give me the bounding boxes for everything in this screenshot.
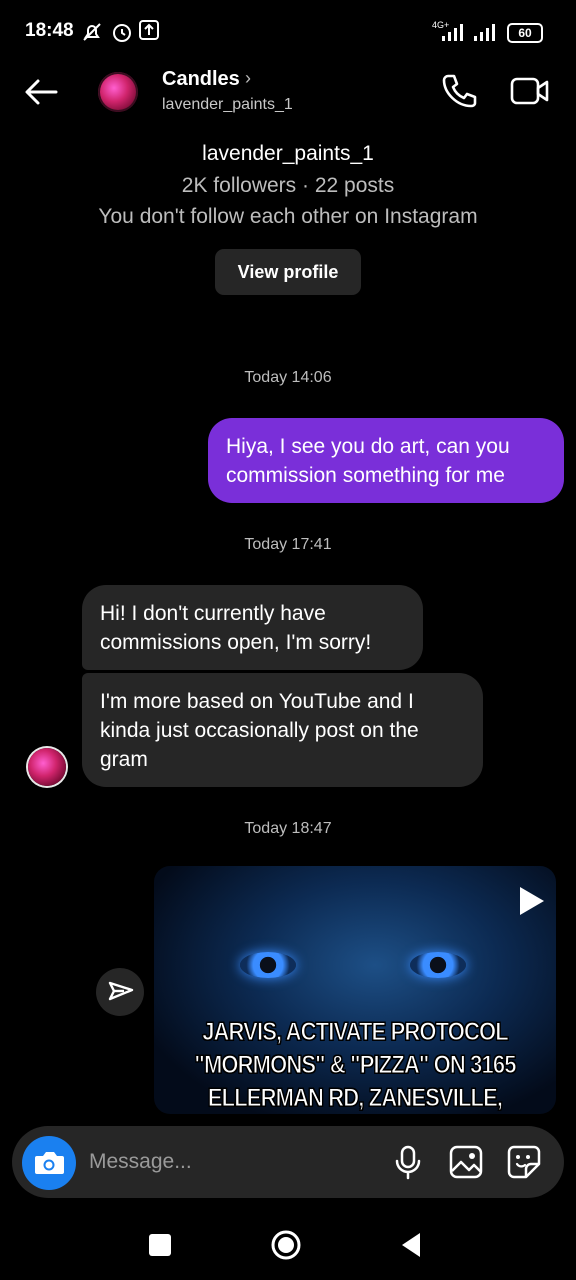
caption-line: ELLERMAN RD, ZANESVILLE, 43701 <box>207 1084 503 1113</box>
chevron-right-icon: › <box>245 68 251 88</box>
microphone-icon[interactable] <box>392 1144 424 1180</box>
message-timestamp: Today 14:06 <box>244 369 332 386</box>
signal-icon <box>442 24 463 41</box>
home-button[interactable] <box>270 1229 302 1261</box>
follow-status-note: You don't follow each other on Instagram <box>98 205 478 228</box>
share-button[interactable] <box>96 968 144 1016</box>
outgoing-message[interactable]: Hiya, I see you do art, can you commissi… <box>208 418 564 503</box>
gallery-icon[interactable] <box>448 1144 484 1180</box>
message-timestamp: Today 18:47 <box>244 820 332 837</box>
chat-contact-name[interactable]: Candles <box>162 68 240 91</box>
incoming-message[interactable]: I'm more based on YouTube and I kinda ju… <box>82 673 483 787</box>
caption-line: "MORMONS" & "PIZZA" ON 3165 <box>194 1051 517 1080</box>
alarm-icon <box>113 24 131 42</box>
back-arrow-icon[interactable] <box>22 74 62 110</box>
profile-stats: 2K followers · 22 posts <box>181 174 395 197</box>
media-caption: JARVIS, ACTIVATE PROTOCOL "MORMONS" & "P… <box>178 1016 532 1114</box>
play-icon[interactable] <box>514 884 548 918</box>
status-bar: 18:48 4G+ 60 <box>0 0 576 64</box>
caption-line: JARVIS, ACTIVATE PROTOCOL <box>202 1018 509 1047</box>
share-icon <box>108 981 134 1001</box>
message-timestamp: Today 17:41 <box>244 536 332 553</box>
camera-button[interactable] <box>22 1136 76 1190</box>
profile-username: lavender_paints_1 <box>202 142 374 165</box>
upload-notification-icon <box>139 20 159 40</box>
mute-notification-icon <box>83 23 101 41</box>
phone-icon[interactable] <box>440 72 478 110</box>
recent-apps-button[interactable] <box>149 1234 171 1256</box>
battery-indicator: 60 <box>507 23 543 43</box>
message-input[interactable]: Message... <box>89 1150 192 1174</box>
sender-avatar[interactable] <box>28 748 66 786</box>
avatar[interactable] <box>98 72 138 112</box>
sticker-icon[interactable] <box>506 1144 542 1180</box>
system-back-button[interactable] <box>398 1230 424 1260</box>
video-camera-icon[interactable] <box>510 74 550 108</box>
camera-icon <box>35 1152 64 1174</box>
view-profile-button[interactable]: View profile <box>215 249 361 295</box>
shared-video-message[interactable]: JARVIS, ACTIVATE PROTOCOL "MORMONS" & "P… <box>154 866 556 1114</box>
signal-icon-2 <box>474 24 495 41</box>
chat-contact-username[interactable]: lavender_paints_1 <box>162 96 293 114</box>
status-time: 18:48 <box>25 20 74 41</box>
media-eye-right <box>410 952 466 978</box>
media-eye-left <box>240 952 296 978</box>
incoming-message[interactable]: Hi! I don't currently have commissions o… <box>82 585 423 670</box>
